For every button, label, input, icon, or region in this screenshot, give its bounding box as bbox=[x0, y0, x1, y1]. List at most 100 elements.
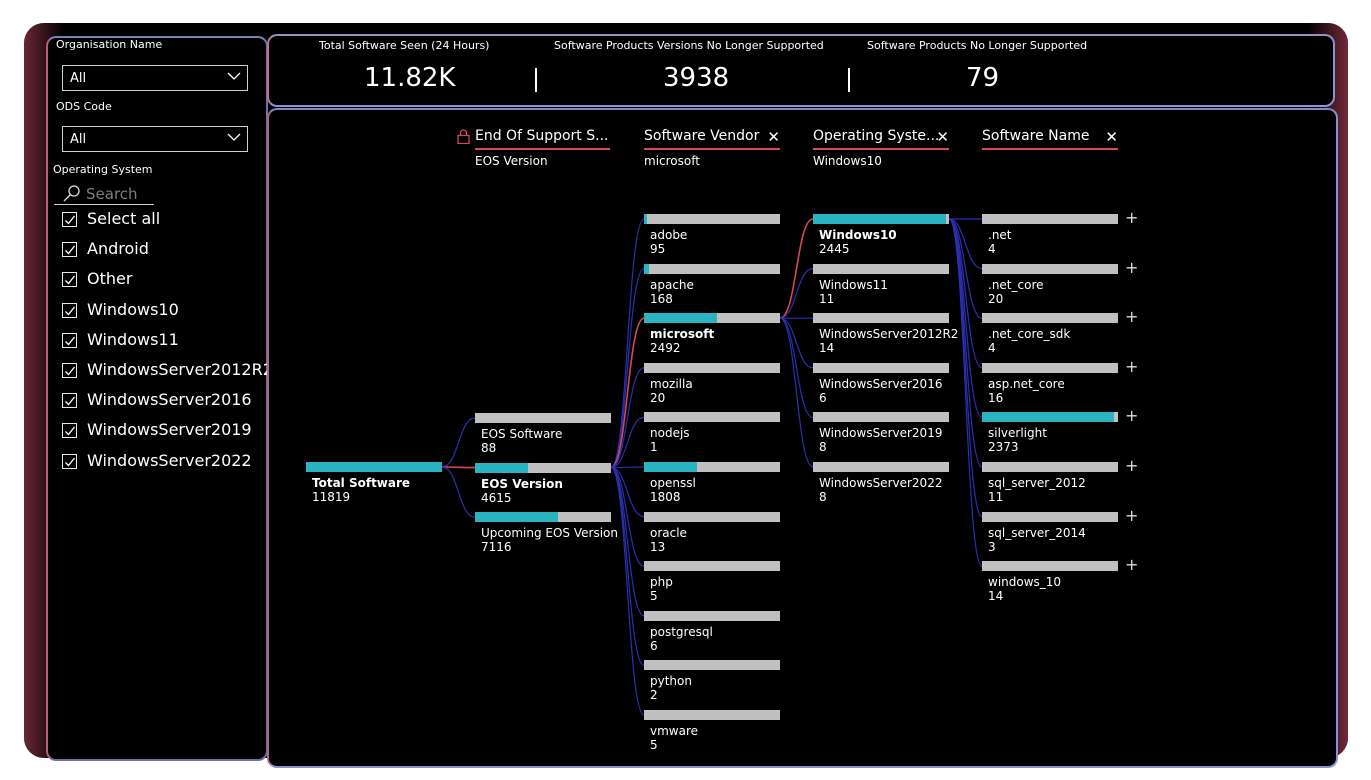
tree-link bbox=[610, 467, 645, 716]
tree-header-eos-status[interactable]: End Of Support S... bbox=[457, 128, 610, 150]
tree-link bbox=[610, 218, 645, 469]
tree-node-name[interactable]: sql_server_2014 bbox=[988, 526, 1086, 540]
tree-node-value: 11 bbox=[819, 291, 835, 306]
tree-node-value: 5 bbox=[650, 589, 658, 604]
tree-node-value: 1 bbox=[650, 440, 658, 455]
tree-node-bar[interactable] bbox=[982, 263, 1118, 274]
tree-node-bar[interactable] bbox=[644, 362, 780, 373]
tree-header-selection: microsoft bbox=[644, 154, 700, 168]
tree-node-value: 8 bbox=[819, 490, 827, 504]
tree-node-name[interactable]: WindowsServer2012R2 bbox=[819, 327, 958, 341]
expand-plus-icon[interactable]: + bbox=[1125, 456, 1138, 475]
tree-node-bar[interactable] bbox=[813, 462, 949, 472]
tree-node-bar[interactable] bbox=[475, 413, 611, 423]
tree-node-name[interactable]: asp.net_core bbox=[988, 377, 1065, 391]
tree-node-name[interactable]: WindowsServer2022 bbox=[819, 476, 942, 490]
tree-node-name[interactable]: .net_core bbox=[988, 278, 1044, 292]
tree-node-value: 6 bbox=[650, 638, 658, 653]
tree-node-bar[interactable] bbox=[982, 313, 1118, 324]
expand-plus-icon[interactable]: + bbox=[1125, 357, 1138, 376]
tree-node-bar[interactable] bbox=[982, 561, 1118, 572]
tree-node-name[interactable]: windows_10 bbox=[988, 575, 1061, 589]
expand-plus-icon[interactable]: + bbox=[1125, 555, 1138, 574]
tree-node-name[interactable]: .net bbox=[988, 228, 1012, 242]
tree-node-value: 88 bbox=[481, 441, 497, 455]
tree-node-bar[interactable] bbox=[644, 710, 780, 720]
tree-node-name[interactable]: Total Software bbox=[312, 476, 410, 490]
tree-node-bar[interactable] bbox=[644, 660, 780, 671]
expand-plus-icon[interactable]: + bbox=[1125, 258, 1138, 277]
tree-node-bar[interactable] bbox=[306, 462, 442, 472]
tree-node-value: 2 bbox=[650, 688, 658, 703]
tree-header-software-vendor[interactable]: Software Vendor ✕ bbox=[644, 128, 780, 150]
tree-node-bar[interactable] bbox=[475, 462, 611, 473]
tree-node-bar[interactable] bbox=[644, 610, 780, 621]
tree-node-bar[interactable] bbox=[644, 412, 780, 423]
tree-node-bar[interactable] bbox=[813, 362, 949, 373]
tree-node-bar[interactable] bbox=[813, 412, 949, 423]
tree-link bbox=[610, 467, 645, 666]
tree-node-bar[interactable] bbox=[644, 313, 780, 324]
tree-node-bar[interactable] bbox=[982, 511, 1118, 522]
tree-node-value: 2492 bbox=[650, 341, 681, 356]
tree-node-name[interactable]: EOS Software bbox=[481, 427, 562, 441]
tree-node-name[interactable]: sql_server_2012 bbox=[988, 476, 1086, 490]
tree-node-name[interactable]: WindowsServer2016 bbox=[819, 377, 942, 391]
tree-node-name[interactable]: Upcoming EOS Version bbox=[481, 526, 618, 540]
tree-node-value: 3 bbox=[988, 539, 996, 554]
tree-node-name[interactable]: mozilla bbox=[650, 377, 693, 391]
tree-node-bar[interactable] bbox=[982, 462, 1118, 472]
tree-header-operating-system[interactable]: Operating Syste... ✕ bbox=[813, 128, 949, 150]
tree-link bbox=[779, 317, 814, 369]
close-icon[interactable]: ✕ bbox=[936, 128, 949, 146]
tree-node-bar[interactable] bbox=[982, 214, 1118, 224]
expand-plus-icon[interactable]: + bbox=[1125, 307, 1138, 326]
tree-node-bar[interactable] bbox=[644, 263, 780, 274]
tree-node-bar[interactable] bbox=[982, 412, 1118, 423]
tree-node-bar[interactable] bbox=[644, 511, 780, 522]
tree-link bbox=[610, 268, 645, 469]
tree-node-bar[interactable] bbox=[475, 512, 611, 523]
tree-node-bar-fill bbox=[644, 313, 718, 324]
tree-node-name[interactable]: php bbox=[650, 575, 673, 589]
tree-header-label: End Of Support S... bbox=[475, 128, 609, 144]
tree-node-name[interactable]: Windows11 bbox=[819, 278, 888, 292]
close-icon[interactable]: ✕ bbox=[1105, 128, 1118, 146]
tree-node-bar-fill bbox=[475, 512, 558, 523]
tree-node-name[interactable]: WindowsServer2019 bbox=[819, 426, 942, 440]
tree-header-software-name[interactable]: Software Name ✕ bbox=[982, 128, 1118, 150]
tree-node-bar[interactable] bbox=[644, 462, 780, 472]
tree-node-bar[interactable] bbox=[644, 214, 780, 224]
tree-node-value: 20 bbox=[650, 390, 666, 405]
tree-node-name[interactable]: adobe bbox=[650, 228, 687, 242]
tree-node-bar-fill bbox=[813, 214, 947, 224]
expand-plus-icon[interactable]: + bbox=[1125, 406, 1138, 425]
tree-node-name[interactable]: python bbox=[650, 674, 692, 688]
close-icon[interactable]: ✕ bbox=[767, 128, 780, 146]
tree-link bbox=[610, 466, 645, 469]
tree-node-name[interactable]: nodejs bbox=[650, 426, 690, 440]
tree-node-bar-fill bbox=[982, 412, 1114, 423]
tree-node-value: 2373 bbox=[988, 440, 1019, 455]
tree-node-name[interactable]: postgresql bbox=[650, 625, 713, 639]
tree-node-bar[interactable] bbox=[644, 561, 780, 572]
tree-node-value: 14 bbox=[819, 341, 835, 356]
tree-node-bar[interactable] bbox=[813, 214, 949, 224]
tree-node-name[interactable]: microsoft bbox=[650, 327, 714, 341]
tree-node-name[interactable]: oracle bbox=[650, 526, 687, 540]
tree-node-value: 4 bbox=[988, 242, 996, 256]
tree-link bbox=[610, 367, 645, 469]
tree-node-name[interactable]: apache bbox=[650, 278, 694, 292]
tree-node-name[interactable]: vmware bbox=[650, 724, 698, 738]
tree-node-name[interactable]: Windows10 bbox=[819, 228, 897, 242]
tree-node-name[interactable]: .net_core_sdk bbox=[988, 327, 1070, 341]
tree-node-name[interactable]: openssl bbox=[650, 476, 696, 490]
tree-node-bar[interactable] bbox=[813, 263, 949, 274]
tree-node-name[interactable]: EOS Version bbox=[481, 477, 563, 491]
tree-node-bar[interactable] bbox=[813, 313, 949, 324]
tree-node-name[interactable]: silverlight bbox=[988, 426, 1047, 440]
tree-node-bar[interactable] bbox=[982, 362, 1118, 373]
expand-plus-icon[interactable]: + bbox=[1125, 208, 1138, 227]
tree-node-value: 7116 bbox=[481, 540, 512, 555]
expand-plus-icon[interactable]: + bbox=[1125, 506, 1138, 525]
